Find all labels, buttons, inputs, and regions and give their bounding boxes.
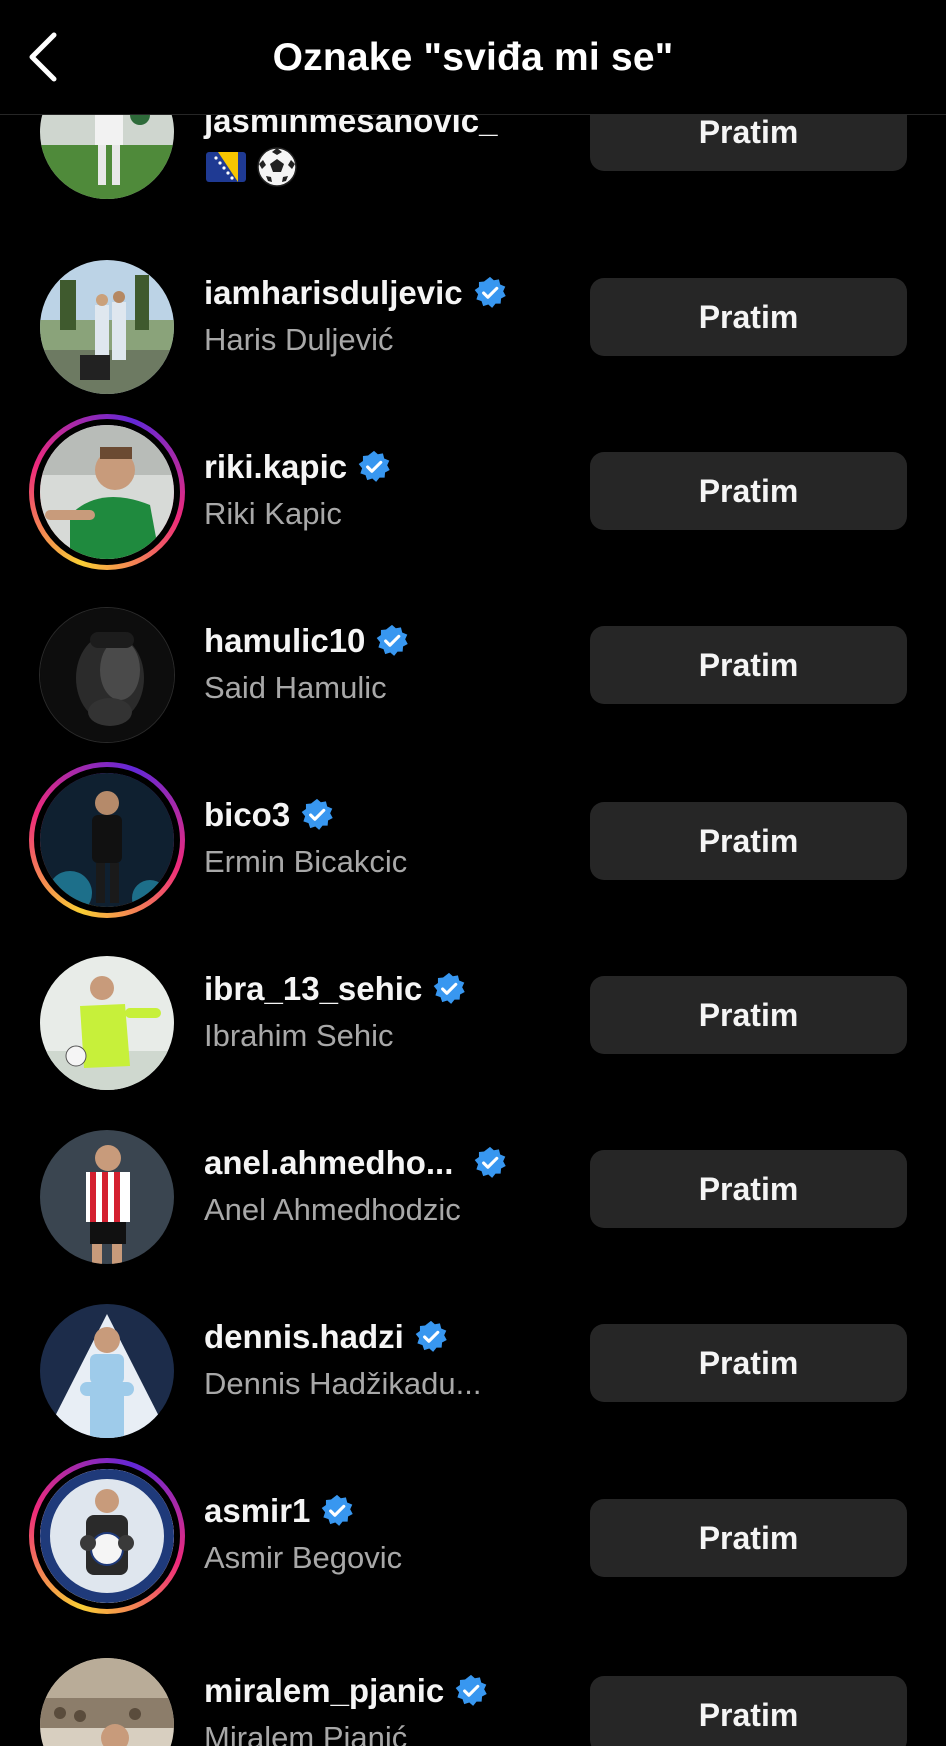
verified-badge-icon xyxy=(300,798,334,832)
soccer-ball-icon xyxy=(256,146,298,193)
avatar[interactable] xyxy=(29,1647,185,1746)
verified-badge-icon xyxy=(320,1494,354,1528)
avatar-story-ring[interactable] xyxy=(29,414,185,570)
page-title: Oznake "sviđa mi se" xyxy=(272,36,674,79)
list-item[interactable]: asmir1 Asmir Begovic Pratim xyxy=(0,1458,946,1632)
full-name: Haris Duljević xyxy=(204,322,394,357)
full-name: Riki Kapic xyxy=(204,496,342,531)
following-button[interactable]: Pratim xyxy=(590,802,907,880)
verified-badge-icon xyxy=(357,450,391,484)
list-item[interactable]: anel.ahmedho... Anel Ahmedhodzic Pratim xyxy=(0,1110,946,1284)
verified-badge-icon xyxy=(473,276,507,310)
full-name: Asmir Begovic xyxy=(204,1540,403,1575)
username[interactable]: dennis.hadzi xyxy=(204,1318,404,1356)
list-item[interactable]: ibra_13_sehic Ibrahim Sehic Pratim xyxy=(0,936,946,1110)
avatar-story-ring[interactable] xyxy=(29,762,185,918)
username[interactable]: hamulic10 xyxy=(204,622,365,660)
avatar[interactable] xyxy=(29,1119,185,1275)
username[interactable]: iamharisduljevic xyxy=(204,274,463,312)
following-button[interactable]: Pratim xyxy=(590,452,907,530)
list-item[interactable]: iamharisduljevic Haris Duljević Pratim xyxy=(0,240,946,414)
list-item[interactable]: dennis.hadzi Dennis Hadžikadu... Pratim xyxy=(0,1284,946,1458)
list-item[interactable]: hamulic10 Said Hamulic Pratim xyxy=(0,588,946,762)
username[interactable]: riki.kapic xyxy=(204,448,347,486)
username[interactable]: bico3 xyxy=(204,796,290,834)
top-navigation-bar: Oznake "sviđa mi se" xyxy=(0,0,946,115)
verified-badge-icon xyxy=(454,1674,488,1708)
following-button[interactable]: Pratim xyxy=(590,1676,907,1746)
full-name: Said Hamulic xyxy=(204,670,387,705)
following-button[interactable]: Pratim xyxy=(590,1150,907,1228)
list-item[interactable]: bico3 Ermin Bicakcic Pratim xyxy=(0,762,946,936)
full-name: Dennis Hadžikadu... xyxy=(204,1366,482,1401)
following-button[interactable]: Pratim xyxy=(590,278,907,356)
avatar-story-ring[interactable] xyxy=(29,1458,185,1614)
bosnia-flag-icon xyxy=(206,152,246,187)
following-button[interactable]: Pratim xyxy=(590,976,907,1054)
verified-badge-icon xyxy=(414,1320,448,1354)
avatar[interactable] xyxy=(29,1293,185,1449)
full-name: Anel Ahmedhodzic xyxy=(204,1192,461,1227)
full-name: Ermin Bicakcic xyxy=(204,844,408,879)
full-name: Ibrahim Sehic xyxy=(204,1018,394,1053)
verified-badge-icon xyxy=(473,1146,507,1180)
username[interactable]: miralem_pjanic xyxy=(204,1672,444,1710)
avatar[interactable] xyxy=(29,249,185,405)
verified-badge-icon xyxy=(432,972,466,1006)
verified-badge-icon xyxy=(375,624,409,658)
username[interactable]: ibra_13_sehic xyxy=(204,970,422,1008)
full-name: Miralem Pjanić xyxy=(204,1720,408,1746)
username[interactable]: asmir1 xyxy=(204,1492,310,1530)
following-button[interactable]: Pratim xyxy=(590,626,907,704)
list-item[interactable]: riki.kapic Riki Kapic Pratim xyxy=(0,414,946,588)
likes-list[interactable]: jasminmesanovic_ Pratim iamharisduljevic… xyxy=(0,0,946,1746)
username[interactable]: anel.ahmedho... xyxy=(204,1144,453,1182)
list-item[interactable]: miralem_pjanic Miralem Pjanić Pratim xyxy=(0,1632,946,1746)
avatar[interactable] xyxy=(29,597,185,753)
following-button[interactable]: Pratim xyxy=(590,1324,907,1402)
following-button[interactable]: Pratim xyxy=(590,1499,907,1577)
avatar[interactable] xyxy=(29,945,185,1101)
